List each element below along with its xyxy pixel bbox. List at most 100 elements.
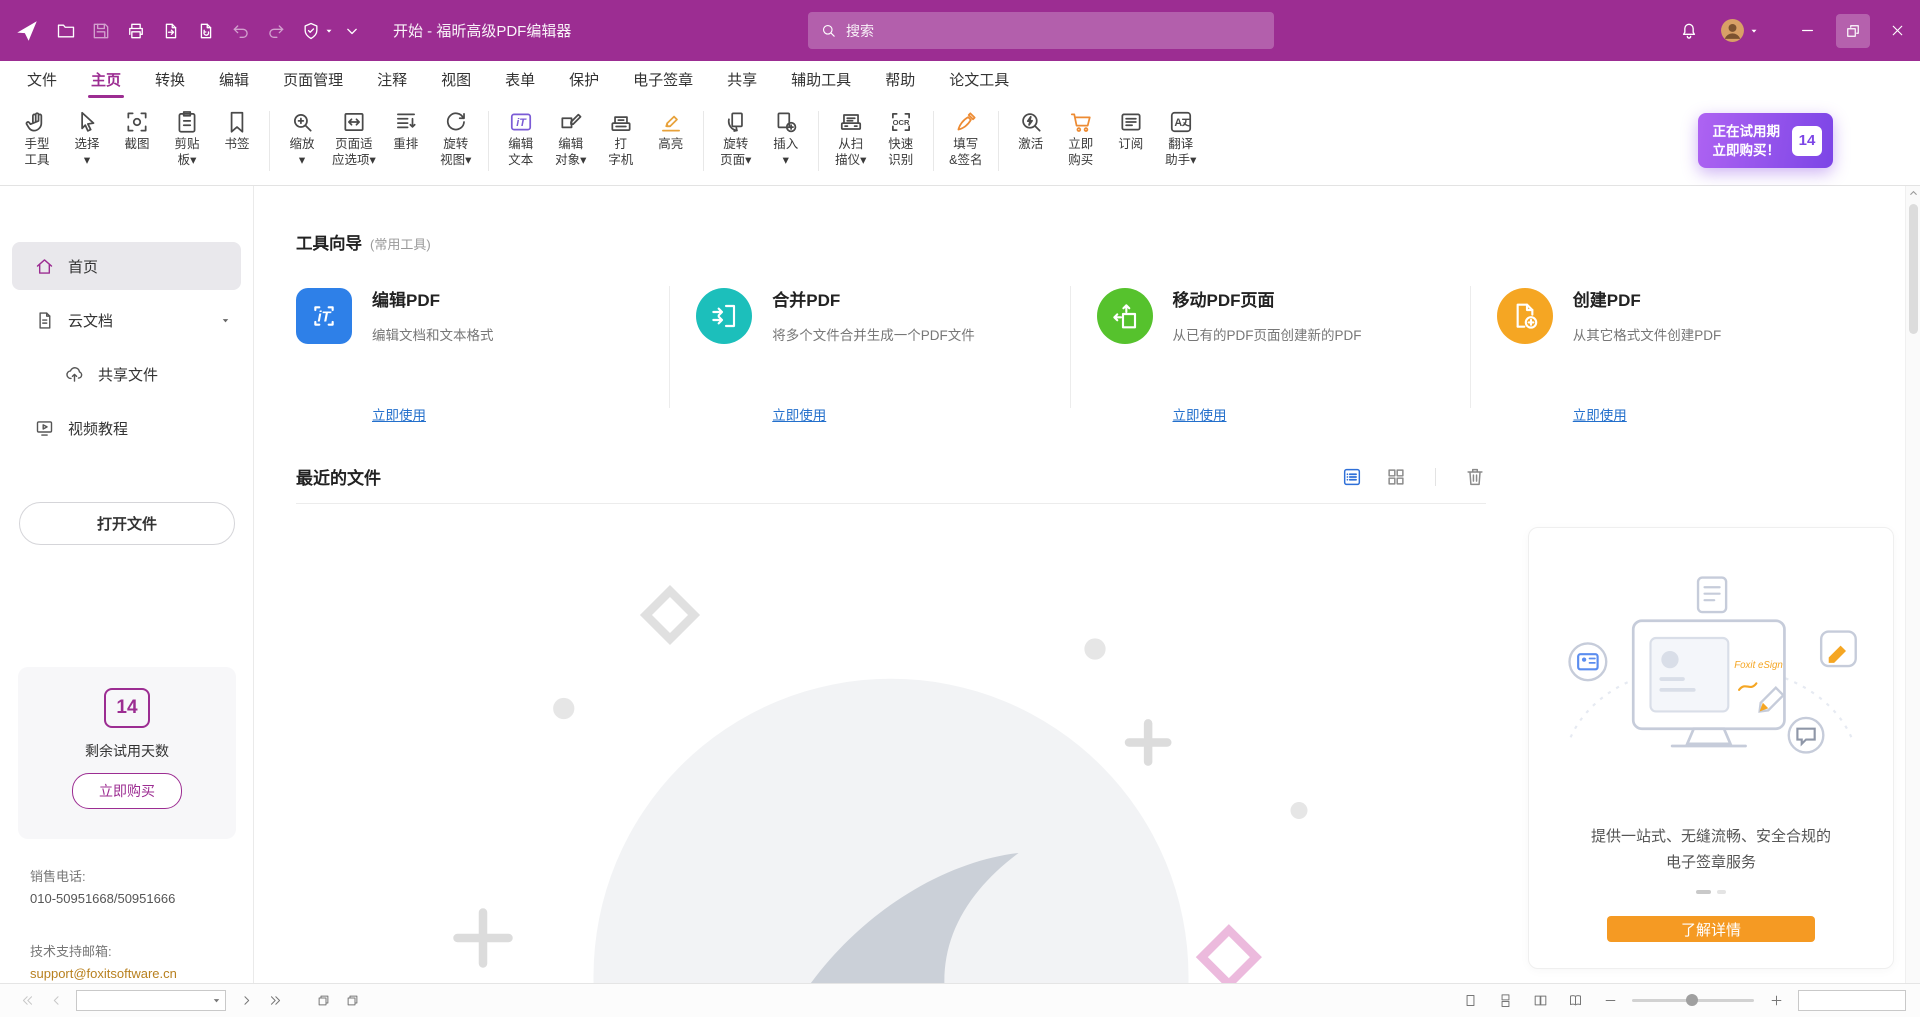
- open-document-button[interactable]: [48, 13, 83, 48]
- scroll-up-arrow-icon[interactable]: [1908, 188, 1919, 199]
- content-scrollbar[interactable]: [1905, 186, 1920, 983]
- menu-esign[interactable]: 电子签章: [616, 61, 710, 98]
- two-page-view-button[interactable]: [1527, 989, 1553, 1013]
- print-button[interactable]: [118, 13, 153, 48]
- use-now-link[interactable]: 立即使用: [772, 404, 826, 424]
- page-number-box[interactable]: [76, 990, 226, 1011]
- ribbon-tool-fit-options[interactable]: 页面适 应选项▾: [327, 105, 381, 181]
- ribbon-tool-rotate-view[interactable]: 旋转 视图▾: [431, 105, 481, 181]
- notifications-button[interactable]: [1671, 13, 1706, 48]
- global-search[interactable]: [808, 12, 1274, 49]
- buy-now-button[interactable]: 立即购买: [72, 773, 182, 809]
- caret-down-icon[interactable]: [324, 26, 334, 36]
- continuous-view-button[interactable]: [1492, 989, 1518, 1013]
- restore-window-button[interactable]: [1830, 0, 1875, 61]
- zoom-in-button[interactable]: [1763, 989, 1789, 1013]
- ribbon-tool-subscribe[interactable]: 订阅: [1106, 105, 1156, 181]
- convert-button[interactable]: [188, 13, 223, 48]
- ribbon-separator: [818, 111, 819, 171]
- use-now-link[interactable]: 立即使用: [1573, 404, 1627, 424]
- book-view-button[interactable]: [1562, 989, 1588, 1013]
- menu-convert[interactable]: 转换: [138, 61, 202, 98]
- ribbon-tool-translate-assistant[interactable]: A 翻译 助手▾: [1156, 105, 1206, 181]
- caret-down-icon[interactable]: [211, 995, 222, 1006]
- carousel-dot-active[interactable]: [1696, 890, 1711, 894]
- minimize-button[interactable]: [1785, 0, 1830, 61]
- export-pdf-button[interactable]: [153, 13, 188, 48]
- menu-view[interactable]: 视图: [424, 61, 488, 98]
- ribbon-tool-edit-object[interactable]: 编辑 对象▾: [546, 105, 596, 181]
- card-desc: 从其它格式文件创建PDF: [1573, 324, 1722, 344]
- use-now-link[interactable]: 立即使用: [372, 404, 426, 424]
- clear-recent-button[interactable]: [1464, 466, 1486, 488]
- caret-down-icon[interactable]: [1749, 26, 1759, 36]
- ribbon-tool-from-scanner[interactable]: 从扫 描仪▾: [826, 105, 876, 181]
- menu-comment[interactable]: 注释: [360, 61, 424, 98]
- ribbon-tool-rotate-pages[interactable]: 旋转 页面▾: [711, 105, 761, 181]
- ribbon-tool-insert[interactable]: 插入 ▾: [761, 105, 811, 181]
- use-now-link[interactable]: 立即使用: [1173, 404, 1227, 424]
- carousel-dot[interactable]: [1717, 890, 1726, 894]
- avatar[interactable]: [1720, 18, 1745, 43]
- menu-home[interactable]: 主页: [74, 61, 138, 98]
- support-email-link[interactable]: support@foxitsoftware.cn: [30, 963, 177, 985]
- shared-files-icon: [64, 364, 85, 385]
- grid-view-button[interactable]: [1385, 466, 1407, 488]
- menu-file[interactable]: 文件: [10, 61, 74, 98]
- zoom-out-button[interactable]: [1597, 989, 1623, 1013]
- ribbon-tool-buy-now[interactable]: 立即 购买: [1056, 105, 1106, 181]
- menu-form[interactable]: 表单: [488, 61, 552, 98]
- sidebar-item-cloud-docs[interactable]: 云文档: [12, 296, 241, 344]
- menu-share[interactable]: 共享: [710, 61, 774, 98]
- close-button[interactable]: [1875, 0, 1920, 61]
- zoom-slider[interactable]: [1632, 999, 1754, 1002]
- undo-button[interactable]: [223, 13, 258, 48]
- ribbon-tool-select[interactable]: 选择 ▾: [62, 105, 112, 181]
- ribbon-tool-clipboard[interactable]: 剪贴 板▾: [162, 105, 212, 181]
- ribbon-tool-hand-tool[interactable]: 手型 工具: [12, 105, 62, 181]
- first-page-button[interactable]: [14, 989, 40, 1013]
- caret-down-icon[interactable]: [220, 315, 231, 326]
- redo-button[interactable]: [258, 13, 293, 48]
- open-file-button[interactable]: 打开文件: [19, 502, 235, 545]
- menu-page-management[interactable]: 页面管理: [266, 61, 360, 98]
- ribbon-tool-highlight[interactable]: 高亮: [646, 105, 696, 181]
- ribbon-tool-edit-text[interactable]: iT 编辑 文本: [496, 105, 546, 181]
- ribbon-tool-bookmark[interactable]: 书签: [212, 105, 262, 181]
- menu-edit[interactable]: 编辑: [202, 61, 266, 98]
- menu-paper-tools[interactable]: 论文工具: [932, 61, 1026, 98]
- trial-buy-badge[interactable]: 正在试用期 立即购买！ 14: [1698, 113, 1834, 168]
- snapshot-view-button[interactable]: [310, 989, 336, 1013]
- card-create-pdf: 创建PDF 从其它格式文件创建PDF 立即使用: [1497, 282, 1864, 424]
- clipboard-view-button[interactable]: [339, 989, 365, 1013]
- ribbon-tool-quick-ocr[interactable]: OCR 快速 识别: [876, 105, 926, 181]
- zoom-level-input[interactable]: [1798, 990, 1906, 1011]
- ribbon-tool-zoom[interactable]: 缩放 ▾: [277, 105, 327, 181]
- search-input[interactable]: [846, 23, 1262, 39]
- single-page-view-button[interactable]: [1457, 989, 1483, 1013]
- zoom-slider-knob[interactable]: [1686, 994, 1698, 1006]
- menu-help[interactable]: 帮助: [868, 61, 932, 98]
- sidebar-item-video-tutorials[interactable]: 视频教程: [12, 404, 241, 452]
- ribbon-tool-reflow[interactable]: 重排: [381, 105, 431, 181]
- ribbon-tool-snapshot[interactable]: 截图: [112, 105, 162, 181]
- ribbon-tool-fill-sign[interactable]: 填写 &签名: [941, 105, 991, 181]
- menu-protect[interactable]: 保护: [552, 61, 616, 98]
- edit-pdf-glyph-icon: iT: [308, 300, 340, 332]
- page-number-input[interactable]: [77, 994, 211, 1008]
- menu-accessibility[interactable]: 辅助工具: [774, 61, 868, 98]
- protect-sign-button[interactable]: [293, 13, 328, 48]
- last-page-button[interactable]: [262, 989, 288, 1013]
- esign-promo-panel: Foxit eSign 提供一站式、: [1528, 527, 1894, 969]
- scrollbar-thumb[interactable]: [1909, 204, 1918, 334]
- save-button[interactable]: [83, 13, 118, 48]
- previous-page-button[interactable]: [43, 989, 69, 1013]
- collapse-toolbar-button[interactable]: [334, 13, 369, 48]
- learn-more-button[interactable]: 了解详情: [1607, 916, 1815, 942]
- ribbon-tool-typewriter[interactable]: 打 字机: [596, 105, 646, 181]
- sidebar-item-home[interactable]: 首页: [12, 242, 241, 290]
- list-view-button[interactable]: [1341, 466, 1363, 488]
- ribbon-tool-activate[interactable]: 激活: [1006, 105, 1056, 181]
- next-page-button[interactable]: [233, 989, 259, 1013]
- sidebar-item-shared-files[interactable]: 共享文件: [12, 350, 241, 398]
